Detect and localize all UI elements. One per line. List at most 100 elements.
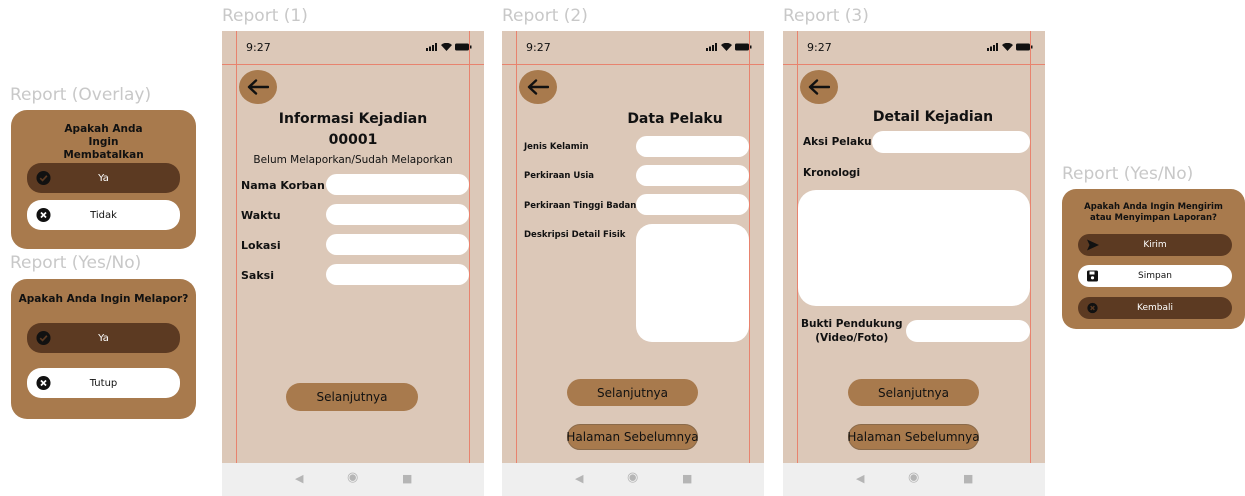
back-button[interactable] — [519, 70, 557, 104]
previous-page-button[interactable]: Halaman Sebelumnya — [566, 424, 699, 450]
gender-input[interactable] — [636, 136, 749, 157]
report-yes-button[interactable]: Ya — [27, 323, 180, 353]
field-label-perpetrator-action: Aksi Pelaku — [803, 136, 872, 148]
report2-screen: 9:27 Data Pelaku Jenis Kelamin Perkiraan… — [502, 31, 764, 496]
layout-guide — [502, 64, 764, 65]
location-input[interactable] — [326, 234, 469, 255]
arrow-left-icon — [808, 79, 830, 95]
square-icon[interactable]: ■ — [682, 472, 692, 485]
triangle-left-icon[interactable]: ◀ — [295, 472, 303, 485]
status-bar: 9:27 — [502, 31, 764, 64]
save-button[interactable]: Simpan — [1078, 265, 1232, 287]
report-close-button[interactable]: Tutup — [27, 368, 180, 398]
signal-icon — [426, 43, 437, 51]
triangle-left-icon[interactable]: ◀ — [575, 472, 583, 485]
layout-guide — [783, 64, 1045, 65]
system-nav-bar: ◀ ◉ ■ — [783, 463, 1045, 496]
status-time: 9:27 — [246, 41, 271, 54]
field-label-age: Perkiraan Usia — [524, 171, 595, 181]
status-bar: 9:27 — [222, 31, 484, 64]
check-circle-icon — [36, 170, 51, 186]
floppy-disk-icon — [1087, 270, 1098, 282]
age-input[interactable] — [636, 165, 749, 186]
check-circle-icon — [36, 330, 51, 346]
page-title: Data Pelaku — [627, 111, 723, 127]
square-icon[interactable]: ■ — [402, 472, 412, 485]
send-button[interactable]: Kirim — [1078, 234, 1232, 256]
cancel-no-button[interactable]: Tidak — [27, 200, 180, 230]
frame-label-report1: Report (1) — [222, 6, 308, 26]
frame-label-report3: Report (3) — [783, 6, 869, 26]
field-label-witness: Saksi — [241, 269, 274, 282]
status-time: 9:27 — [807, 41, 832, 54]
next-button[interactable]: Selanjutnya — [567, 379, 698, 406]
report-number: 00001 — [328, 132, 378, 148]
arrow-left-icon — [527, 79, 549, 95]
layout-guide — [749, 31, 750, 496]
cancel-yes-button[interactable]: Ya — [27, 163, 180, 193]
field-label-gender: Jenis Kelamin — [524, 142, 589, 152]
witness-input[interactable] — [326, 264, 469, 285]
previous-page-button[interactable]: Halaman Sebelumnya — [847, 424, 980, 450]
send-label: Kirim — [1143, 240, 1167, 250]
triangle-left-icon[interactable]: ◀ — [856, 472, 864, 485]
height-input[interactable] — [636, 194, 749, 215]
square-icon[interactable]: ■ — [963, 472, 973, 485]
circle-icon[interactable]: ◉ — [627, 470, 638, 485]
next-button[interactable]: Selanjutnya — [286, 383, 418, 411]
report-dialog-question: Apakah Anda Ingin Melapor? — [18, 293, 189, 305]
status-icons — [426, 43, 472, 51]
frame-label-yesno-right: Report (Yes/No) — [1062, 164, 1194, 184]
status-bar: 9:27 — [783, 31, 1045, 64]
field-label-time: Waktu — [241, 209, 281, 222]
chronology-input[interactable] — [798, 190, 1030, 306]
field-label-physical-description: Deskripsi Detail Fisik — [524, 230, 626, 240]
physical-description-input[interactable] — [636, 224, 749, 342]
time-input[interactable] — [326, 204, 469, 225]
status-icons — [706, 43, 752, 51]
confirm-report-dialog: Apakah Anda Ingin Melapor? Ya Tutup — [11, 279, 196, 419]
submit-report-dialog: Apakah Anda Ingin Mengirim atau Menyimpa… — [1062, 189, 1245, 329]
layout-guide — [1030, 31, 1031, 496]
back-button[interactable] — [239, 70, 277, 104]
circle-icon[interactable]: ◉ — [347, 470, 358, 485]
evidence-label-line2: (Video/Foto) — [815, 332, 889, 344]
field-label-chronology: Kronologi — [803, 167, 861, 179]
frame-label-overlay: Report (Overlay) — [10, 85, 152, 105]
status-icons — [987, 43, 1033, 51]
report1-screen: 9:27 Informasi Kejadian 00001 Belum Mela… — [222, 31, 484, 496]
layout-guide — [236, 31, 237, 496]
perpetrator-action-input[interactable] — [872, 131, 1030, 153]
x-circle-icon — [1087, 302, 1098, 314]
wifi-icon — [721, 43, 732, 51]
back-button[interactable] — [800, 70, 838, 104]
save-label: Simpan — [1138, 271, 1172, 281]
wifi-icon — [1002, 43, 1013, 51]
field-label-location: Lokasi — [241, 239, 281, 252]
report3-screen: 9:27 Detail Kejadian Aksi Pelaku Kronolo… — [783, 31, 1045, 496]
report-status-subtitle: Belum Melaporkan/Sudah Melaporkan — [253, 154, 453, 166]
arrow-left-icon — [247, 79, 269, 95]
submit-dialog-question: Apakah Anda Ingin Mengirim atau Menyimpa… — [1084, 202, 1223, 223]
signal-icon — [706, 43, 717, 51]
cancel-report-dialog: Apakah Anda Ingin Membatalkan Laporan? Y… — [11, 110, 196, 249]
back-dialog-button[interactable]: Kembali — [1078, 297, 1232, 319]
wifi-icon — [441, 43, 452, 51]
layout-guide — [222, 64, 484, 65]
field-label-evidence: Bukti Pendukung (Video/Foto) — [801, 317, 902, 345]
page-title: Detail Kejadian — [872, 109, 994, 125]
circle-icon[interactable]: ◉ — [908, 470, 919, 485]
signal-icon — [987, 43, 998, 51]
evidence-upload-input[interactable] — [906, 320, 1030, 342]
x-circle-icon — [36, 207, 51, 223]
next-button[interactable]: Selanjutnya — [848, 379, 979, 406]
x-circle-icon — [36, 375, 51, 391]
send-icon — [1087, 239, 1099, 251]
victim-name-input[interactable] — [326, 174, 469, 195]
field-label-victim-name: Nama Korban — [241, 179, 325, 192]
frame-label-yesno-left: Report (Yes/No) — [10, 253, 142, 273]
field-label-height: Perkiraan Tinggi Badan — [524, 201, 637, 211]
frame-label-report2: Report (2) — [502, 6, 588, 26]
system-nav-bar: ◀ ◉ ■ — [222, 463, 484, 496]
status-time: 9:27 — [526, 41, 551, 54]
